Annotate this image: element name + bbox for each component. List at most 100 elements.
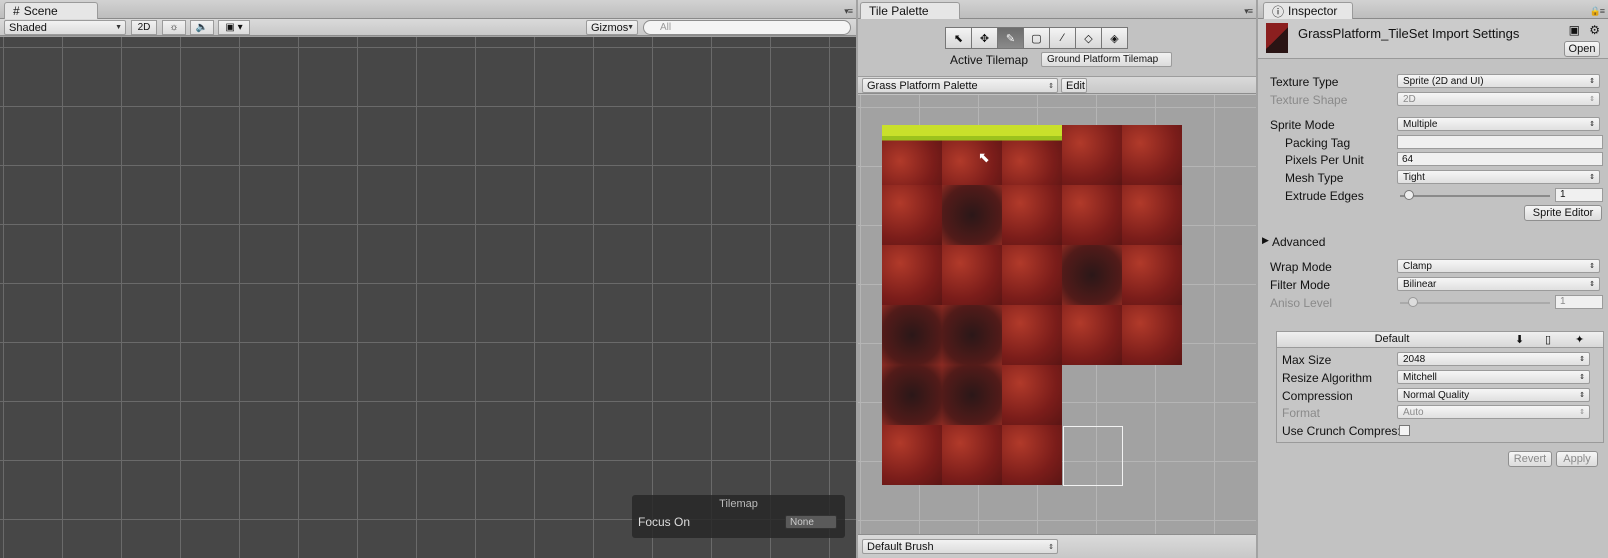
lock-menu-icon[interactable]: 🔒≡ [1590, 6, 1606, 17]
gizmos-dropdown[interactable]: Gizmos ▼ [586, 20, 638, 35]
tile[interactable] [942, 305, 1002, 365]
tile[interactable] [1002, 125, 1062, 185]
mesh-type-value: Tight [1403, 171, 1425, 183]
fill-tool-button[interactable]: ◈ [1101, 27, 1128, 49]
tile[interactable] [1002, 185, 1062, 245]
tile[interactable] [1002, 425, 1062, 485]
gear-icon[interactable]: ⚙ [1589, 23, 1600, 37]
shading-dropdown[interactable]: Shaded ▼ [4, 20, 126, 35]
format-row: Format Auto ⇕ [1277, 404, 1603, 421]
filter-mode-dropdown[interactable]: Bilinear ⇕ [1397, 277, 1600, 291]
apply-label: Apply [1563, 453, 1591, 465]
2d-label: 2D [137, 22, 151, 33]
audio-toggle-button[interactable]: 🔈 [190, 20, 214, 35]
sprite-editor-button[interactable]: Sprite Editor [1524, 205, 1602, 221]
advanced-foldout[interactable]: ▶ Advanced [1258, 233, 1608, 250]
tile[interactable] [1002, 305, 1062, 365]
help-icon[interactable]: ▣ [1569, 23, 1580, 37]
tile[interactable] [942, 245, 1002, 305]
tile[interactable] [1122, 185, 1182, 245]
mesh-type-label: Mesh Type [1285, 171, 1344, 185]
max-size-dropdown[interactable]: 2048 ⇕ [1397, 352, 1590, 366]
tile-selection-highlight [1063, 426, 1123, 486]
paint-brush-tool-button[interactable]: ✎ [997, 27, 1024, 49]
tile[interactable] [1062, 185, 1122, 245]
2d-toggle-button[interactable]: 2D [131, 20, 157, 35]
bucket-icon: ◈ [1110, 32, 1119, 45]
extrude-edges-slider-track[interactable] [1400, 195, 1550, 197]
open-button[interactable]: Open [1564, 41, 1600, 57]
panel-menu-icon[interactable]: ▾≡ [1244, 6, 1253, 17]
aniso-level-row: Aniso Level 1 [1258, 294, 1608, 311]
focus-on-label: Focus On [638, 515, 691, 529]
panel-menu-icon[interactable]: ▾≡ [844, 6, 853, 17]
platform-tabs: Default ⬇ ▯ ✦ [1277, 332, 1603, 348]
move-tool-button[interactable]: ✥ [971, 27, 998, 49]
shading-value: Shaded [9, 21, 47, 34]
chevron-down-icon: ▼ [627, 24, 634, 31]
tile[interactable] [882, 245, 942, 305]
search-placeholder: All [660, 22, 672, 33]
tab-scene[interactable]: # Scene [4, 2, 98, 19]
mesh-type-dropdown[interactable]: Tight ⇕ [1397, 170, 1600, 184]
select-tool-button[interactable]: ⬉ [945, 27, 972, 49]
extrude-edges-input[interactable]: 1 [1555, 188, 1603, 202]
resize-algorithm-dropdown[interactable]: Mitchell ⇕ [1397, 370, 1590, 384]
tile[interactable] [1122, 125, 1182, 185]
tile[interactable] [882, 425, 942, 485]
use-crunch-checkbox[interactable] [1399, 425, 1410, 436]
resize-algorithm-row: Resize Algorithm Mitchell ⇕ [1277, 369, 1603, 386]
tile[interactable] [882, 125, 942, 185]
download-icon[interactable]: ⬇ [1515, 333, 1524, 346]
tile[interactable] [1002, 245, 1062, 305]
scene-search-input[interactable]: All [643, 20, 851, 35]
tab-inspector-label: Inspector [1288, 4, 1338, 18]
edit-palette-button[interactable]: Edit [1061, 78, 1087, 93]
texture-type-dropdown[interactable]: Sprite (2D and UI) ⇕ [1397, 74, 1600, 88]
active-tilemap-dropdown[interactable]: Ground Platform Tilemap [1041, 52, 1172, 67]
tile[interactable] [942, 185, 1002, 245]
tile[interactable] [1002, 365, 1062, 425]
palette-dropdown[interactable]: Grass Platform Palette ⇕ [862, 78, 1058, 93]
eraser-tool-button[interactable]: ◇ [1075, 27, 1102, 49]
picker-tool-button[interactable]: ⁄ [1049, 27, 1076, 49]
chevron-updown-icon: ⇕ [1579, 409, 1585, 416]
box-fill-tool-button[interactable]: ▢ [1023, 27, 1050, 49]
scene-viewport[interactable] [0, 37, 856, 558]
aniso-level-slider-knob [1408, 297, 1418, 307]
pixels-per-unit-input[interactable]: 64 [1397, 152, 1603, 166]
mobile-icon[interactable]: ▯ [1545, 333, 1551, 346]
tile[interactable] [1062, 125, 1122, 185]
chevron-updown-icon: ⇕ [1589, 96, 1595, 103]
sprite-mode-dropdown[interactable]: Multiple ⇕ [1397, 117, 1600, 131]
tile[interactable] [882, 305, 942, 365]
tile[interactable] [1062, 305, 1122, 365]
brush-dropdown[interactable]: Default Brush ⇕ [862, 539, 1058, 554]
tile[interactable] [1062, 245, 1122, 305]
tile[interactable] [942, 125, 1002, 185]
tile[interactable] [882, 365, 942, 425]
focus-on-dropdown[interactable]: None [785, 515, 837, 529]
sprite-mode-label: Sprite Mode [1270, 118, 1335, 132]
tile[interactable] [1122, 305, 1182, 365]
extrude-edges-slider-knob[interactable] [1404, 190, 1414, 200]
android-icon[interactable]: ✦ [1575, 333, 1584, 346]
extrude-edges-value: 1 [1560, 189, 1566, 200]
tile[interactable] [942, 425, 1002, 485]
tile[interactable] [942, 365, 1002, 425]
inspector-panel: ⓘ Inspector 🔒≡ GrassPlatform_TileSet Imp… [1258, 0, 1608, 558]
compression-dropdown[interactable]: Normal Quality ⇕ [1397, 388, 1590, 402]
lighting-toggle-button[interactable]: ☼ [162, 20, 186, 35]
packing-tag-input[interactable] [1397, 135, 1603, 149]
tile[interactable] [1122, 245, 1182, 305]
apply-button[interactable]: Apply [1556, 451, 1598, 467]
tile[interactable] [882, 185, 942, 245]
speaker-icon: 🔈 [195, 22, 209, 33]
tab-tile-palette[interactable]: Tile Palette [860, 2, 960, 19]
palette-grid[interactable]: ⬉ [858, 95, 1256, 534]
wrap-mode-dropdown[interactable]: Clamp ⇕ [1397, 259, 1600, 273]
tab-default-platform[interactable]: Default [1277, 332, 1507, 347]
revert-button[interactable]: Revert [1508, 451, 1552, 467]
effects-dropdown[interactable]: ▣ ▾ [218, 20, 250, 35]
tab-inspector[interactable]: ⓘ Inspector [1263, 2, 1353, 19]
